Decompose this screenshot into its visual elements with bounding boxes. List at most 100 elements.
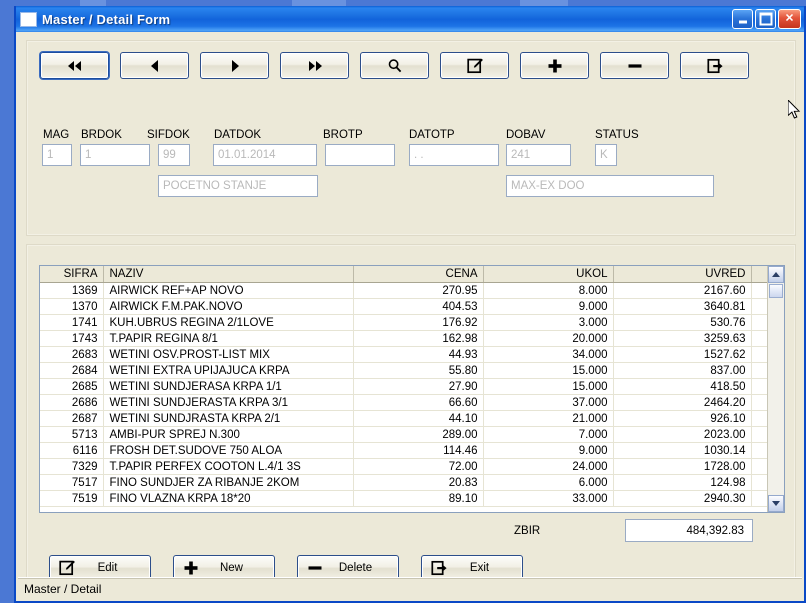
- exit-arrow-icon: [431, 560, 447, 576]
- exit-form-button[interactable]: [680, 52, 749, 79]
- cell-cena: 27.90: [353, 378, 484, 395]
- scroll-up-button[interactable]: [768, 266, 784, 283]
- dobav-input[interactable]: 241: [506, 144, 571, 166]
- pencil-square-icon: [466, 58, 483, 73]
- detail-panel: SIFRA NAZIV CENA UKOL UVRED 1369 AIRWICK …: [26, 244, 796, 594]
- cell-uvred: 1728.00: [613, 458, 752, 475]
- chevron-up-icon: [772, 272, 780, 277]
- table-row[interactable]: 7519 FINO VLAZNA KRPA 18*20 89.10 33.000 294…: [40, 490, 767, 507]
- cell-ukol: 15.000: [483, 362, 614, 379]
- status-input[interactable]: K: [595, 144, 617, 166]
- cell-ukol: 3.000: [483, 314, 614, 331]
- cell-ukol: 15.000: [483, 378, 614, 395]
- cell-naziv: T.PAPIR REGINA 8/1: [103, 330, 354, 347]
- table-row[interactable]: 7517 FINO SUNDJER ZA RIBANJE 2KOM 20.83 6.0…: [40, 474, 767, 491]
- status-bar-text: Master / Detail: [24, 581, 102, 596]
- cell-uvred: 837.00: [613, 362, 752, 379]
- datdok-input[interactable]: 01.01.2014: [213, 144, 317, 166]
- cell-cena: 162.98: [353, 330, 484, 347]
- previous-record-button[interactable]: [120, 52, 189, 79]
- sifdok-input[interactable]: 99: [158, 144, 190, 166]
- column-header-uvred[interactable]: UVRED: [613, 266, 752, 283]
- double-left-arrow-icon: [67, 60, 81, 71]
- table-row[interactable]: 6116 FROSH DET.SUDOVE 750 ALOA 114.46 9.000…: [40, 442, 767, 459]
- chevron-down-icon: [772, 501, 780, 506]
- column-header-ukol[interactable]: UKOL: [483, 266, 614, 283]
- scrollbar-thumb[interactable]: [769, 284, 783, 298]
- add-record-button[interactable]: [520, 52, 589, 79]
- cell-filler: [751, 298, 767, 315]
- brdok-input[interactable]: 1: [80, 144, 150, 166]
- cell-ukol: 24.000: [483, 458, 614, 475]
- label-status: STATUS: [595, 129, 639, 141]
- detail-table: SIFRA NAZIV CENA UKOL UVRED 1369 AIRWICK …: [40, 266, 767, 507]
- label-datotp: DATOTP: [409, 129, 455, 141]
- cell-naziv: WETINI SUNDJRASTA KRPA 2/1: [103, 410, 354, 427]
- table-row[interactable]: 5713 AMBI-PUR SPREJ N.300 289.00 7.000 2023.…: [40, 426, 767, 443]
- table-row[interactable]: 1741 KUH.UBRUS REGINA 2/1LOVE 176.92 3.000 5…: [40, 314, 767, 331]
- first-record-button[interactable]: [40, 52, 109, 79]
- delete-record-button[interactable]: [600, 52, 669, 79]
- cell-cena: 44.93: [353, 346, 484, 363]
- edit-record-button[interactable]: [440, 52, 509, 79]
- cell-naziv: FROSH DET.SUDOVE 750 ALOA: [103, 442, 354, 459]
- new-action-label: New: [219, 562, 243, 574]
- close-button[interactable]: ✕: [778, 9, 801, 29]
- dobav-description-input[interactable]: MAX-EX DOO: [506, 175, 714, 197]
- cell-uvred: 2940.30: [613, 490, 752, 507]
- cell-naziv: WETINI SUNDJERASA KRPA 1/1: [103, 378, 354, 395]
- title-bar[interactable]: Master / Detail Form ✕: [16, 6, 804, 32]
- table-row[interactable]: 2684 WETINI EXTRA UPIJAJUCA KRPA 55.80 15.0…: [40, 362, 767, 379]
- cell-uvred: 1030.14: [613, 442, 752, 459]
- table-row[interactable]: 1743 T.PAPIR REGINA 8/1 162.98 20.000 3259.6…: [40, 330, 767, 347]
- cell-sifra: 2686: [40, 394, 104, 411]
- column-header-naziv[interactable]: NAZIV: [103, 266, 354, 283]
- cell-uvred: 2023.00: [613, 426, 752, 443]
- cell-cena: 44.10: [353, 410, 484, 427]
- pencil-square-icon: [59, 560, 75, 576]
- cell-sifra: 2687: [40, 410, 104, 427]
- grid-vertical-scrollbar[interactable]: [767, 266, 784, 512]
- cell-filler: [751, 378, 767, 395]
- table-row[interactable]: 1369 AIRWICK REF+AP NOVO 270.95 8.000 2167.6…: [40, 282, 767, 299]
- last-record-button[interactable]: [280, 52, 349, 79]
- cell-sifra: 1370: [40, 298, 104, 315]
- master-detail-window: Master / Detail Form ✕ MAG BRDOK SIFDOK …: [14, 6, 806, 603]
- label-brdok: BRDOK: [81, 129, 122, 141]
- cell-sifra: 6116: [40, 442, 104, 459]
- maximize-button[interactable]: [755, 9, 776, 29]
- cell-sifra: 1743: [40, 330, 104, 347]
- table-row[interactable]: 2686 WETINI SUNDJERASTA KRPA 3/1 66.60 37.0…: [40, 394, 767, 411]
- column-header-sifra[interactable]: SIFRA: [40, 266, 104, 283]
- right-arrow-icon: [231, 59, 239, 72]
- sifdok-description-input[interactable]: POCETNO STANJE: [158, 175, 318, 197]
- minimize-button[interactable]: [732, 9, 753, 29]
- detail-grid[interactable]: SIFRA NAZIV CENA UKOL UVRED 1369 AIRWICK …: [39, 265, 785, 513]
- cell-ukol: 9.000: [483, 298, 614, 315]
- table-row[interactable]: 2687 WETINI SUNDJRASTA KRPA 2/1 44.10 21.00…: [40, 410, 767, 427]
- cell-ukol: 7.000: [483, 426, 614, 443]
- table-row[interactable]: 2685 WETINI SUNDJERASA KRPA 1/1 27.90 15.00…: [40, 378, 767, 395]
- cell-filler: [751, 442, 767, 459]
- cell-uvred: 418.50: [613, 378, 752, 395]
- datotp-input[interactable]: . .: [409, 144, 499, 166]
- search-button[interactable]: [360, 52, 429, 79]
- cell-ukol: 21.000: [483, 410, 614, 427]
- table-row[interactable]: 7329 T.PAPIR PERFEX COOTON L.4/1 3S 72.00 2…: [40, 458, 767, 475]
- cell-sifra: 2684: [40, 362, 104, 379]
- cell-sifra: 2685: [40, 378, 104, 395]
- brotp-input[interactable]: [325, 144, 395, 166]
- column-header-cena[interactable]: CENA: [353, 266, 484, 283]
- next-record-button[interactable]: [200, 52, 269, 79]
- table-row[interactable]: 2683 WETINI OSV.PROST-LIST MIX 44.93 34.000…: [40, 346, 767, 363]
- table-body: 1369 AIRWICK REF+AP NOVO 270.95 8.000 2167.6…: [40, 282, 767, 507]
- cell-naziv: WETINI EXTRA UPIJAJUCA KRPA: [103, 362, 354, 379]
- cell-naziv: FINO VLAZNA KRPA 18*20: [103, 490, 354, 507]
- minus-icon: [628, 63, 641, 68]
- cell-filler: [751, 282, 767, 299]
- mag-input[interactable]: 1: [42, 144, 72, 166]
- table-row[interactable]: 1370 AIRWICK F.M.PAK.NOVO 404.53 9.000 3640.…: [40, 298, 767, 315]
- cell-uvred: 3259.63: [613, 330, 752, 347]
- cell-ukol: 20.000: [483, 330, 614, 347]
- scroll-down-button[interactable]: [768, 495, 784, 512]
